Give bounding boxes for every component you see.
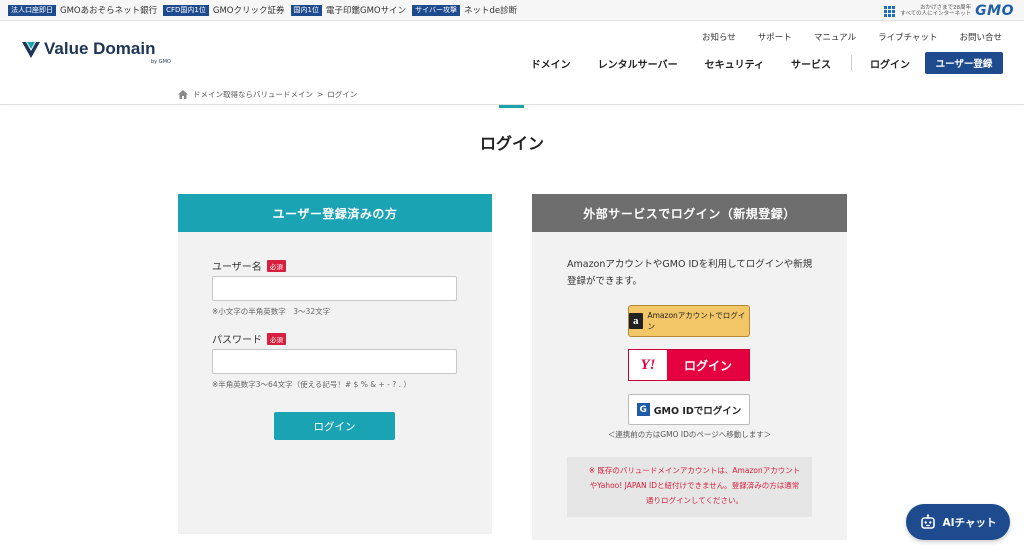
password-label: パスワード 必須 [212,331,286,346]
password-hint: ※半角英数字3〜64文字（使える記号！# $ % & + - ? . ） [212,380,411,389]
username-label: ユーザー名 必須 [212,258,286,273]
gmo-link-sign[interactable]: 国内1位 電子印鑑GMOサイン [290,4,407,16]
amazon-icon: a [629,313,643,329]
required-badge: 必須 [267,332,286,345]
external-login-panel: 外部サービスでログイン（新規登録） AmazonアカウントやGMO IDを利用し… [532,194,847,540]
gmo-id-note: ＜連携前の方はGMO IDのページへ移動します＞ [607,430,772,439]
nav-domain[interactable]: ドメイン [531,56,571,71]
robot-icon [920,514,935,529]
gmo-badge: 法人口座即日 [8,4,56,16]
gmo-link-text: ネットde診断 [463,6,518,16]
logo-by: by GMO [151,59,171,65]
main-navigation: ドメイン レンタルサーバー セキュリティ サービス ログイン ユーザー登録 [504,52,1003,74]
registered-user-login-panel: ユーザー登録済みの方 ユーザー名 必須 ※小文字の半角英数字 3〜32文字 パス… [178,194,492,534]
page-title: ログイン [479,134,544,153]
breadcrumb-current: ログイン [327,90,358,99]
username-input[interactable] [212,276,457,301]
subnav-support[interactable]: サポート [758,31,792,43]
gmo-logo: GMO [975,3,1014,19]
yahoo-login-button[interactable]: Y! ログイン [628,349,750,381]
gmo-link-netde[interactable]: サイバー攻撃 ネットde診断 [412,4,517,16]
required-badge: 必須 [266,259,286,272]
gmo-badge: CFD国内1位 [163,4,209,16]
gmo-tagline-line2: すべての人にインターネット [900,11,972,17]
gmo-id-login-label: GMO IDでログイン [653,405,742,417]
login-button[interactable]: ログイン [274,412,395,440]
value-domain-logo-icon [22,42,40,58]
password-label-text: パスワード [212,335,262,346]
nav-rental-server[interactable]: レンタルサーバー [598,56,678,71]
nav-services[interactable]: サービス [791,56,831,71]
nav-divider [851,55,852,71]
breadcrumb-home[interactable]: ドメイン取得ならバリュードメイン [193,89,313,100]
account-link-warning: ※ 既存のバリュードメインアカウントは、AmazonアカウントやYahoo! J… [567,457,812,517]
breadcrumb-separator: > [317,90,324,99]
panel-heading: 外部サービスでログイン（新規登録） [532,194,847,232]
gmo-link-text: 電子印鑑GMOサイン [325,6,407,16]
breadcrumb: ドメイン取得ならバリュードメイン > ログイン [178,89,357,100]
subnav-manual[interactable]: マニュアル [814,31,856,43]
register-button[interactable]: ユーザー登録 [925,52,1003,74]
gmo-badge: サイバー攻撃 [412,4,460,16]
gmo-brand[interactable]: おかげさまで28周年 すべての人にインターネット GMO [884,3,1014,19]
yahoo-login-label: ログイン [683,358,732,373]
gmo-link-text: GMOあおぞらネット銀行 [60,6,158,16]
username-hint: ※小文字の半角英数字 3〜32文字 [212,307,331,316]
gmo-id-icon: G [636,403,650,416]
subnav-livechat[interactable]: ライブチャット [878,31,937,43]
title-accent-bar [499,105,524,108]
amazon-login-label: Amazonアカウントでログイン [647,311,746,331]
gmo-link-bank[interactable]: 法人口座即日 GMOあおぞらネット銀行 [8,4,157,16]
gmo-group-bar: 法人口座即日 GMOあおぞらネット銀行 CFD国内1位 GMOクリック証券 国内… [0,0,1024,21]
value-domain-logo[interactable]: Value Domain by GMO [21,39,171,65]
home-icon [178,90,188,99]
grid-icon [884,5,896,17]
breadcrumb-bar: ドメイン取得ならバリュードメイン > ログイン [0,85,1024,105]
gmo-tagline-line1: おかげさまで28周年 [920,4,972,11]
site-header: Value Domain by GMO お知らせ サポート マニュアル ライブチ… [0,21,1024,85]
ai-chat-button[interactable]: AIチャット [906,504,1010,540]
nav-security[interactable]: セキュリティ [705,56,764,71]
gmo-link-securities[interactable]: CFD国内1位 GMOクリック証券 [163,4,285,16]
gmo-tagline: おかげさまで28周年 すべての人にインターネット [900,5,971,18]
username-label-text: ユーザー名 [212,262,262,273]
gmo-id-login-button[interactable]: G GMO IDでログイン [628,394,750,425]
ai-chat-label: AIチャット [942,516,997,529]
external-login-description: AmazonアカウントやGMO IDを利用してログインや新規登録ができます。 [567,259,813,287]
yahoo-icon: Y! [629,350,667,380]
panel-heading: ユーザー登録済みの方 [178,194,492,232]
subnav-news[interactable]: お知らせ [702,31,736,43]
amazon-login-button[interactable]: a Amazonアカウントでログイン [628,305,750,337]
password-input[interactable] [212,349,457,374]
nav-login[interactable]: ログイン [870,56,910,71]
logo-text: Value Domain [44,39,156,58]
gmo-link-text: GMOクリック証券 [212,6,285,16]
sub-navigation: お知らせ サポート マニュアル ライブチャット お問い合せ [680,31,1002,43]
gmo-badge: 国内1位 [290,4,322,16]
subnav-contact[interactable]: お問い合せ [959,31,1002,43]
